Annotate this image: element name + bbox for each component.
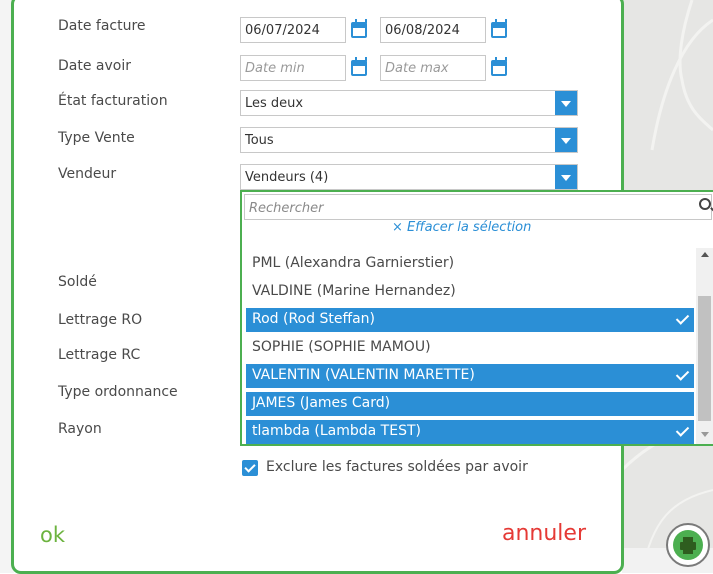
calendar-icon[interactable] [351, 57, 367, 76]
chevron-down-icon [555, 91, 577, 115]
date-avoir-min-input[interactable]: Date min [240, 55, 346, 81]
scroll-down-icon[interactable] [701, 432, 709, 437]
scroll-up-icon[interactable] [701, 252, 709, 257]
etat-facturation-select[interactable]: Les deux [240, 90, 578, 116]
vendeur-option-label: SOPHIE (SOPHIE MAMOU) [252, 339, 431, 355]
date-avoir-label: Date avoir [58, 58, 131, 74]
vendeur-option[interactable]: tlambda (Lambda TEST) [246, 420, 694, 444]
vendeur-option[interactable]: PML (Alexandra Garnierstier) [246, 252, 694, 276]
type-vente-label: Type Vente [58, 130, 135, 146]
vendeur-dropdown: Rechercher × Effacer la sélection PML (A… [240, 190, 713, 446]
dropdown-scrollbar[interactable] [696, 248, 713, 444]
check-icon [675, 311, 690, 325]
calendar-icon[interactable] [351, 19, 367, 38]
ok-button[interactable]: ok [40, 523, 65, 547]
vendeur-option[interactable]: VALENTIN (VALENTIN MARETTE) [246, 364, 694, 388]
exclude-soldees-label: Exclure les factures soldées par avoir [266, 459, 528, 475]
calendar-icon[interactable] [491, 57, 507, 76]
type-vente-value: Tous [245, 133, 274, 148]
vendeur-option[interactable]: JAMES (James Card) [246, 392, 694, 416]
vendeur-option-label: Rod (Rod Steffan) [252, 311, 376, 327]
date-avoir-max-input[interactable]: Date max [380, 55, 486, 81]
search-icon[interactable] [699, 198, 711, 210]
vendeur-option[interactable]: Rod (Rod Steffan) [246, 308, 694, 332]
etat-facturation-label: État facturation [58, 93, 168, 109]
vendeur-label: Vendeur [58, 166, 117, 182]
vendeur-option-label: JAMES (James Card) [252, 395, 391, 411]
lettrage-ro-label: Lettrage RO [58, 312, 143, 328]
vendeur-option[interactable]: VALDINE (Marine Hernandez) [246, 280, 694, 304]
lettrage-rc-label: Lettrage RC [58, 347, 141, 363]
exclude-soldees-checkbox[interactable] [242, 460, 258, 476]
vendeur-option-label: VALDINE (Marine Hernandez) [252, 283, 456, 299]
vendeur-option-label: PML (Alexandra Garnierstier) [252, 255, 455, 271]
rayon-label: Rayon [58, 421, 102, 437]
print-icon [673, 530, 703, 560]
date-facture-from-input[interactable]: 06/07/2024 [240, 17, 346, 43]
scroll-thumb[interactable] [698, 296, 711, 421]
calendar-icon[interactable] [491, 19, 507, 38]
type-ordonnance-label: Type ordonnance [58, 384, 178, 400]
chevron-down-icon [555, 128, 577, 152]
print-button[interactable] [666, 523, 710, 567]
solde-label: Soldé [58, 274, 97, 290]
etat-facturation-value: Les deux [245, 96, 304, 111]
check-icon [675, 367, 690, 381]
vendeur-option[interactable]: SOPHIE (SOPHIE MAMOU) [246, 336, 694, 360]
vendeur-value: Vendeurs (4) [245, 170, 329, 185]
check-icon [675, 423, 690, 437]
vendeur-search-input[interactable]: Rechercher [244, 194, 712, 220]
type-vente-select[interactable]: Tous [240, 127, 578, 153]
vendeur-option-label: tlambda (Lambda TEST) [252, 423, 421, 439]
date-facture-label: Date facture [58, 18, 146, 34]
clear-selection-link[interactable]: × Effacer la sélection [392, 220, 531, 235]
vendeur-select[interactable]: Vendeurs (4) [240, 164, 578, 190]
date-facture-to-input[interactable]: 06/08/2024 [380, 17, 486, 43]
chevron-down-icon [555, 165, 577, 189]
cancel-button[interactable]: annuler [502, 521, 586, 546]
vendeur-option-label: VALENTIN (VALENTIN MARETTE) [252, 367, 475, 383]
